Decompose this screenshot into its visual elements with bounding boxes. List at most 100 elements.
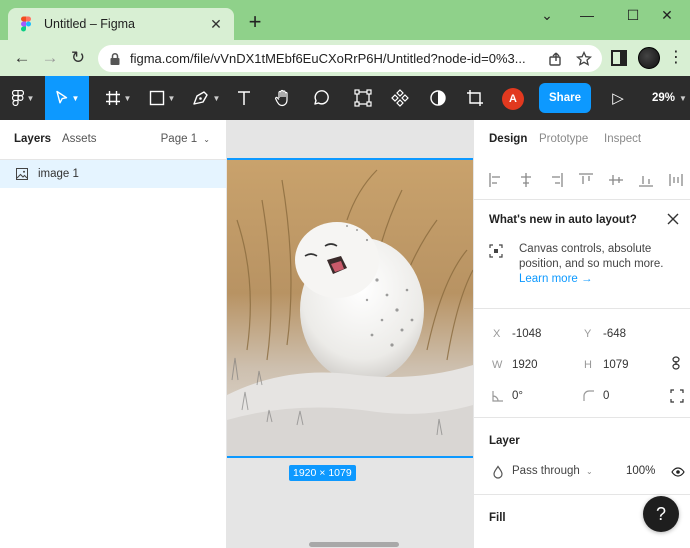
page-selector[interactable]: Page 1 ⌄	[161, 133, 210, 145]
align-right-icon[interactable]	[548, 172, 564, 188]
crop-frame-tool-button[interactable]	[350, 76, 376, 120]
share-button[interactable]: Share	[539, 83, 591, 113]
url-text[interactable]: figma.com/file/vVnDX1tMEbf6EuCXoRrP6H/Un…	[130, 51, 536, 66]
text-tool-button[interactable]	[232, 76, 256, 120]
h-label: H	[584, 359, 592, 371]
chevron-down-icon: ▼	[123, 93, 132, 103]
zoom-level: 29%	[652, 92, 676, 104]
chevron-down-icon: ⌄	[203, 135, 210, 144]
close-icon[interactable]	[665, 211, 681, 227]
align-left-icon[interactable]	[488, 172, 504, 188]
new-tab-button[interactable]: +	[244, 11, 266, 34]
zoom-dropdown[interactable]: 29% ▼	[652, 76, 687, 120]
height-input[interactable]: 1079	[603, 359, 629, 371]
chevron-down-icon: ▼	[679, 93, 687, 103]
design-properties-panel: Design Prototype Inspect What's new in a…	[473, 120, 690, 548]
layers-panel: Layers Assets Page 1 ⌄ image 1	[0, 120, 227, 548]
tab-close-icon[interactable]: ✕	[208, 16, 224, 32]
design-canvas[interactable]: 1920 × 1079	[227, 120, 473, 548]
hand-tool-button[interactable]	[270, 76, 296, 120]
mask-tool-button[interactable]	[425, 76, 451, 120]
chevron-down-icon: ▼	[71, 93, 80, 103]
layers-panel-tabs: Layers Assets Page 1 ⌄	[0, 120, 226, 160]
align-bottom-icon[interactable]	[638, 172, 654, 188]
align-horizontal-center-icon[interactable]	[518, 172, 534, 188]
whats-new-auto-layout-banner: What's new in auto layout? Canvas contro…	[474, 201, 690, 309]
owl-photo	[227, 160, 473, 456]
crop-tool-button[interactable]	[462, 76, 488, 120]
pen-tool-button[interactable]: ▼	[188, 76, 224, 120]
share-page-icon[interactable]	[548, 51, 564, 67]
canvas-image-snowy-owl[interactable]	[227, 158, 473, 458]
help-button[interactable]: ?	[643, 496, 679, 532]
rotation-angle-icon	[492, 391, 503, 402]
layer-section-title: Layer	[489, 435, 520, 447]
browser-menu-icon[interactable]: ⋮	[668, 48, 684, 68]
fill-section-title: Fill	[489, 512, 506, 524]
y-input[interactable]: -648	[603, 328, 626, 340]
resize-corners-icon	[354, 89, 372, 107]
move-tool-button[interactable]: ▼	[45, 76, 89, 120]
present-play-button[interactable]: ▷	[607, 76, 629, 120]
position-size-section: X -1048 Y -648 W 1920 H 1079 0° 0	[474, 310, 690, 418]
page-name: Page 1	[160, 133, 198, 145]
main-menu-button[interactable]: ▼	[4, 76, 42, 120]
back-button[interactable]: ←	[12, 48, 32, 68]
dimension-badge: 1920 × 1079	[289, 465, 356, 481]
corner-radius-input[interactable]: 0	[603, 390, 609, 402]
user-avatar[interactable]: A	[502, 88, 524, 110]
tab-design[interactable]: Design	[489, 133, 527, 145]
components-tool-button[interactable]	[387, 76, 413, 120]
image-layer-icon	[16, 168, 28, 180]
x-input[interactable]: -1048	[512, 328, 541, 340]
comment-tool-button[interactable]	[308, 76, 334, 120]
pen-nib-icon	[192, 91, 208, 105]
tab-assets[interactable]: Assets	[62, 133, 97, 145]
hand-icon	[275, 89, 288, 107]
align-top-icon[interactable]	[578, 172, 594, 188]
chevron-down-icon: ▼	[212, 93, 221, 103]
component-diamonds-icon	[391, 89, 409, 107]
bookmark-star-icon[interactable]	[576, 50, 592, 67]
width-input[interactable]: 1920	[512, 359, 538, 371]
eye-visibility-icon[interactable]	[671, 465, 685, 479]
whats-new-title: What's new in auto layout?	[489, 214, 637, 226]
window-close-button[interactable]: ✕	[644, 4, 690, 26]
canvas-horizontal-scrollbar[interactable]	[309, 542, 399, 547]
text-t-icon	[238, 91, 250, 105]
x-label: X	[493, 328, 501, 340]
layer-item[interactable]: image 1	[0, 160, 226, 188]
frame-tool-button[interactable]: ▼	[100, 76, 136, 120]
rotation-input[interactable]: 0°	[512, 390, 523, 402]
blend-mode-dropdown[interactable]: Pass through ⌄	[512, 465, 593, 477]
shape-tool-button[interactable]: ▼	[144, 76, 180, 120]
tab-layers[interactable]: Layers	[14, 133, 51, 145]
distribute-spacing-icon[interactable]	[668, 172, 684, 188]
figma-favicon-icon	[21, 16, 31, 32]
profile-avatar[interactable]	[638, 47, 660, 69]
address-bar[interactable]: figma.com/file/vVnDX1tMEbf6EuCXoRrP6H/Un…	[98, 45, 602, 72]
forward-button[interactable]: →	[40, 48, 60, 68]
blend-drop-icon	[493, 465, 503, 479]
independent-corners-icon[interactable]	[670, 389, 684, 403]
learn-more-link[interactable]: Learn more →	[519, 273, 593, 285]
align-vertical-center-icon[interactable]	[608, 172, 624, 188]
opacity-input[interactable]: 100%	[626, 465, 655, 477]
tab-inspect[interactable]: Inspect	[604, 133, 641, 145]
comment-bubble-icon	[314, 90, 329, 105]
browser-tab[interactable]: Untitled – Figma ✕	[8, 8, 234, 40]
tab-prototype[interactable]: Prototype	[539, 133, 588, 145]
properties-panel-tabs: Design Prototype Inspect	[474, 120, 690, 160]
w-label: W	[492, 359, 503, 371]
reload-button[interactable]: ↻	[68, 48, 88, 68]
cursor-arrow-icon	[55, 90, 67, 104]
chevron-down-icon: ⌄	[585, 467, 593, 476]
frame-hash-icon	[105, 91, 120, 105]
chevron-down-icon: ▼	[167, 93, 176, 103]
figma-logo-icon	[11, 90, 24, 106]
side-panel-icon[interactable]	[611, 50, 627, 66]
blend-mode-value: Pass through	[512, 465, 580, 477]
window-minimize-button[interactable]: —	[564, 4, 610, 26]
crop-icon	[467, 90, 483, 106]
constrain-proportions-link-icon[interactable]	[669, 356, 683, 370]
